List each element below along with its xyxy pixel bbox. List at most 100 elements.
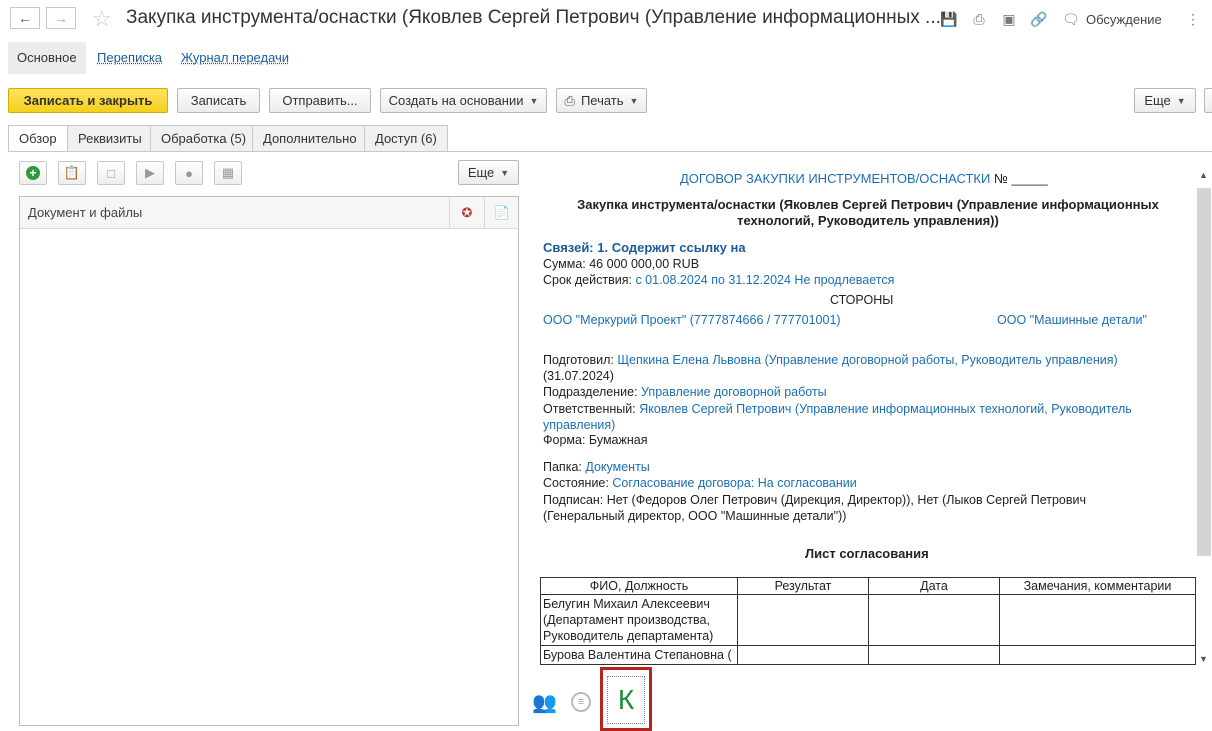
participants-icon[interactable]: 👥 bbox=[532, 690, 557, 715]
doc-form-line: Форма: Бумажная bbox=[543, 433, 648, 447]
tab-requisites[interactable]: Реквизиты bbox=[67, 125, 153, 151]
tab-access[interactable]: Доступ (6) bbox=[364, 125, 448, 151]
approval-comment bbox=[999, 594, 1196, 646]
help-button[interactable] bbox=[1204, 88, 1212, 113]
files-more-label: Еще bbox=[467, 165, 495, 180]
discussion-button[interactable]: Обсуждение bbox=[1086, 12, 1162, 27]
scanner-icon: ▦ bbox=[221, 165, 235, 180]
doc-signed-label: Подписан: bbox=[543, 493, 604, 507]
link-icon[interactable]: 🔗 bbox=[1030, 10, 1048, 28]
tab-additional[interactable]: Дополнительно bbox=[252, 125, 368, 151]
more-button[interactable]: Еще ▼ bbox=[1134, 88, 1196, 113]
approval-col-person: ФИО, Должность bbox=[540, 577, 738, 595]
approval-result bbox=[737, 645, 869, 665]
approval-col-comments: Замечания, комментарии bbox=[999, 577, 1196, 595]
table-row: Бурова Валентина Степановна ( bbox=[540, 645, 1196, 665]
doc-heading: ДОГОВОР ЗАКУПКИ ИНСТРУМЕНТОВ/ОСНАСТКИ bbox=[680, 171, 991, 186]
save-button[interactable]: Записать bbox=[177, 88, 260, 113]
doc-prepared-line: Подготовил: Щепкина Елена Львовна (Управ… bbox=[543, 353, 1118, 367]
doc-links[interactable]: Связей: 1. Содержит ссылку на bbox=[543, 240, 746, 255]
print-label: Печать bbox=[580, 93, 624, 108]
create-based-on-button[interactable]: Создать на основании ▼ bbox=[380, 88, 547, 113]
doc-department-value[interactable]: Управление договорной работы bbox=[641, 385, 827, 399]
doc-form-label: Форма: bbox=[543, 433, 586, 447]
doc-state-line: Состояние: Согласование договора: На сог… bbox=[543, 476, 857, 490]
files-column-file[interactable]: 📄 bbox=[484, 197, 519, 228]
comments-icon[interactable]: ≡ bbox=[571, 692, 591, 712]
approval-table-header: ФИО, Должность Результат Дата Замечания,… bbox=[540, 577, 1196, 595]
doc-prepared-label: Подготовил: bbox=[543, 353, 614, 367]
stamp-button[interactable]: ● bbox=[175, 161, 203, 185]
edit-document-icon: ▶ bbox=[145, 165, 155, 180]
back-button[interactable]: ← bbox=[10, 7, 40, 29]
section-transfer-log[interactable]: Журнал передачи bbox=[181, 42, 289, 74]
preview-icon[interactable]: ▣ bbox=[1000, 10, 1018, 28]
arrow-right-icon: → bbox=[54, 10, 68, 26]
doc-number: № _____ bbox=[993, 171, 1048, 186]
approval-result bbox=[737, 594, 869, 646]
tab-divider bbox=[8, 151, 1212, 152]
doc-folder-line: Папка: Документы bbox=[543, 460, 650, 474]
doc-signed-line: Подписан: Нет (Федоров Олег Петрович (Ди… bbox=[543, 492, 1143, 524]
preview-scrollbar[interactable]: ▲ ▼ bbox=[1196, 170, 1212, 670]
doc-signed-value: Нет (Федоров Олег Петрович (Дирекция, Ди… bbox=[543, 493, 1087, 523]
favorite-star-icon[interactable]: ☆ bbox=[92, 6, 112, 32]
doc-approval-heading: Лист согласования bbox=[805, 546, 929, 561]
doc-department-line: Подразделение: Управление договорной раб… bbox=[543, 385, 827, 399]
files-list[interactable]: Документ и файлы ✪ 📄 bbox=[19, 196, 519, 726]
more-vertical-icon[interactable]: ⋮ bbox=[1184, 10, 1202, 28]
section-correspondence[interactable]: Переписка bbox=[97, 42, 162, 74]
chevron-down-icon: ▼ bbox=[500, 167, 510, 178]
doc-prepared-value[interactable]: Щепкина Елена Львовна (Управление догово… bbox=[617, 353, 1117, 367]
doc-term-value[interactable]: с 01.08.2024 по 31.12.2024 Не продлевает… bbox=[635, 273, 894, 287]
tab-overview[interactable]: Обзор bbox=[8, 125, 68, 152]
save-disk-icon[interactable]: 💾 bbox=[940, 10, 958, 28]
files-column-header: Документ и файлы bbox=[28, 205, 143, 220]
plus-circle-icon: + bbox=[26, 166, 40, 180]
doc-responsible-line: Ответственный: Яковлев Сергей Петрович (… bbox=[543, 401, 1163, 433]
open-file-button[interactable]: □ bbox=[97, 161, 125, 185]
approval-date bbox=[868, 645, 1000, 665]
add-file-button[interactable]: + bbox=[19, 161, 47, 185]
doc-sum-value: 46 000 000,00 RUB bbox=[589, 257, 700, 271]
edit-file-button[interactable]: ▶ bbox=[136, 161, 164, 185]
chevron-down-icon: ▼ bbox=[529, 95, 539, 106]
file-icon: 📄 bbox=[493, 204, 511, 220]
doc-folder-value[interactable]: Документы bbox=[585, 460, 649, 474]
approval-date bbox=[868, 594, 1000, 646]
table-row: Белугин Михаил Алексеевич (Департамент п… bbox=[540, 594, 1196, 646]
scrollbar-thumb[interactable] bbox=[1197, 188, 1211, 556]
save-and-close-button[interactable]: Записать и закрыть bbox=[8, 88, 168, 113]
files-more-button[interactable]: Еще ▼ bbox=[458, 160, 519, 185]
doc-parties-heading: СТОРОНЫ bbox=[830, 293, 894, 307]
forward-button[interactable]: → bbox=[46, 7, 76, 29]
printer-icon[interactable]: ⎙ bbox=[970, 10, 988, 28]
doc-party1[interactable]: ООО "Меркурий Проект" (7777874666 / 7777… bbox=[543, 313, 841, 327]
document-preview[interactable]: ДОГОВОР ЗАКУПКИ ИНСТРУМЕНТОВ/ОСНАСТКИ № … bbox=[540, 160, 1196, 668]
approval-person: Бурова Валентина Степановна ( bbox=[540, 645, 738, 665]
clipboard-icon: 📋 bbox=[63, 165, 81, 180]
files-column-signature[interactable]: ✪ bbox=[449, 197, 484, 228]
send-button[interactable]: Отправить... bbox=[269, 88, 371, 113]
arrow-left-icon: ← bbox=[18, 10, 32, 26]
discussion-icon[interactable]: 🗨 bbox=[1062, 10, 1080, 28]
add-from-clipboard-button[interactable]: 📋 bbox=[58, 161, 86, 185]
approval-table: ФИО, Должность Результат Дата Замечания,… bbox=[540, 577, 1196, 665]
scroll-down-icon[interactable]: ▼ bbox=[1199, 654, 1208, 664]
print-button[interactable]: ⎙ Печать ▼ bbox=[556, 88, 647, 113]
approval-col-result: Результат bbox=[737, 577, 869, 595]
doc-party2[interactable]: ООО "Машинные детали" bbox=[997, 313, 1147, 327]
doc-folder-label: Папка: bbox=[543, 460, 582, 474]
doc-sum-label: Сумма: bbox=[543, 257, 586, 271]
tab-processing[interactable]: Обработка (5) bbox=[150, 125, 258, 151]
doc-department-label: Подразделение: bbox=[543, 385, 638, 399]
doc-state-value[interactable]: Согласование договора: На согласовании bbox=[612, 476, 856, 490]
k-button-highlight[interactable]: К bbox=[600, 667, 652, 731]
section-main[interactable]: Основное bbox=[8, 42, 86, 74]
approval-comment bbox=[999, 645, 1196, 665]
stamp-icon: ● bbox=[185, 165, 193, 181]
scroll-up-icon[interactable]: ▲ bbox=[1199, 170, 1208, 180]
scan-button[interactable]: ▦ bbox=[214, 161, 242, 185]
approval-person: Белугин Михаил Алексеевич (Департамент п… bbox=[540, 594, 738, 646]
doc-form-value: Бумажная bbox=[588, 433, 648, 447]
